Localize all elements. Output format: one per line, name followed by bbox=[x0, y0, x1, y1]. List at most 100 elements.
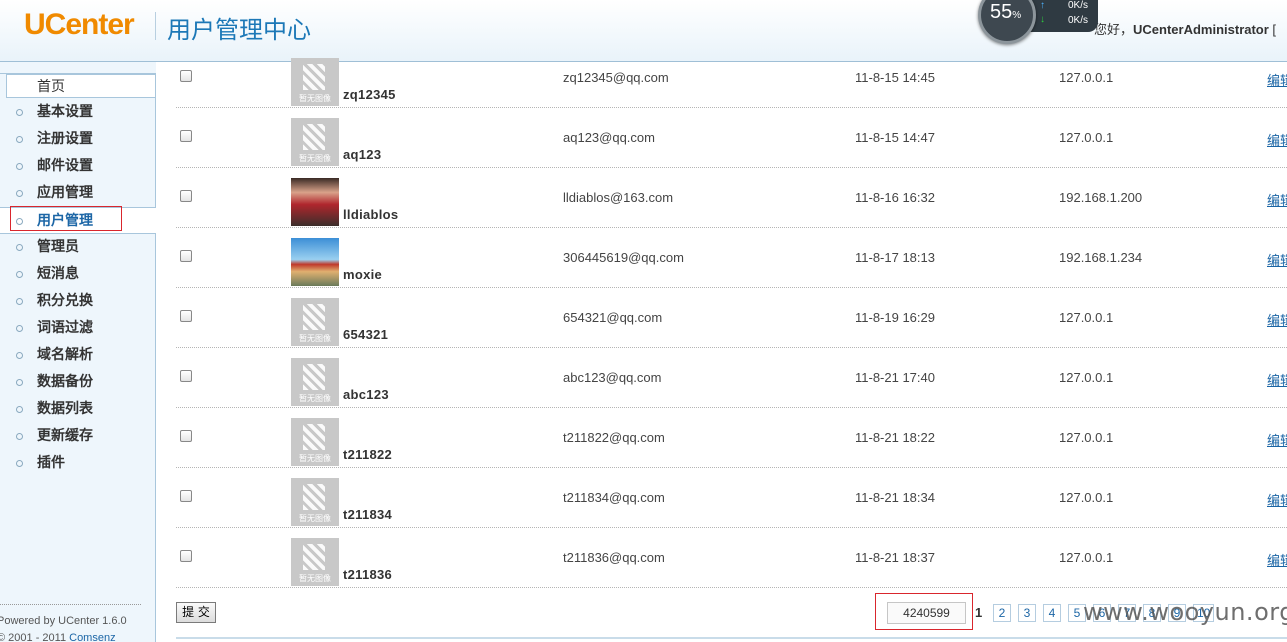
sidebar-item[interactable]: 积分兑换 bbox=[0, 288, 156, 315]
page-link[interactable]: 4 bbox=[1043, 604, 1061, 622]
row-checkbox[interactable] bbox=[180, 370, 192, 382]
avatar bbox=[291, 178, 339, 226]
username: abc123 bbox=[343, 387, 389, 402]
edit-link[interactable]: 编辑 bbox=[1267, 370, 1287, 389]
sidebar-item-label: 应用管理 bbox=[37, 185, 93, 201]
user-table: 暂无图像 zq12345 zq12345@qq.com 11-8-15 14:45 12… bbox=[176, 48, 1287, 588]
avatar-placeholder-caption: 暂无图像 bbox=[299, 514, 331, 523]
username: t211822 bbox=[343, 447, 393, 462]
sidebar-item[interactable]: 插件 bbox=[0, 450, 156, 477]
greeting-prefix: 您好， bbox=[1094, 22, 1134, 37]
bullet-icon bbox=[16, 190, 23, 197]
avatar-placeholder-caption: 暂无图像 bbox=[299, 334, 331, 343]
sidebar-item[interactable]: 应用管理 bbox=[0, 180, 156, 207]
row-checkbox[interactable] bbox=[180, 310, 192, 322]
edit-link[interactable]: 编辑 bbox=[1267, 190, 1287, 209]
download-arrow-icon: ↓ bbox=[1040, 14, 1045, 25]
sidebar-item[interactable]: 注册设置 bbox=[0, 126, 156, 153]
sidebar-item[interactable]: 词语过滤 bbox=[0, 315, 156, 342]
edit-link[interactable]: 编辑 bbox=[1267, 250, 1287, 269]
row-checkbox[interactable] bbox=[180, 430, 192, 442]
sidebar-item[interactable]: 数据列表 bbox=[0, 396, 156, 423]
sidebar-item-label: 基本设置 bbox=[37, 104, 93, 120]
total-user-count: 4240599 bbox=[887, 602, 966, 624]
page-link[interactable]: 2 bbox=[993, 604, 1011, 622]
submit-button[interactable]: 提 交 bbox=[176, 602, 216, 623]
row-checkbox[interactable] bbox=[180, 250, 192, 262]
download-speed: 0K/s bbox=[1067, 15, 1088, 26]
sidebar: 首页基本设置注册设置 邮件设置应用管理用户管理管理员短消息积分兑换词语过滤 域名解析… bbox=[0, 62, 156, 642]
avatar: 暂无图像 bbox=[291, 358, 339, 406]
email: aq123@qq.com bbox=[563, 130, 655, 145]
bullet-icon bbox=[16, 271, 23, 278]
edit-link[interactable]: 编辑 bbox=[1267, 310, 1287, 329]
table-row: lldiablos lldiablos@163.com 11-8-16 16:32 1… bbox=[176, 168, 1287, 228]
upload-arrow-icon: ↑ bbox=[1040, 0, 1045, 11]
table-row: 暂无图像 aq123 aq123@qq.com 11-8-15 14:47 127.0.… bbox=[176, 108, 1287, 168]
sidebar-footer-divider bbox=[0, 604, 141, 605]
avatar: 暂无图像 bbox=[291, 298, 339, 346]
username: zq12345 bbox=[343, 87, 396, 102]
sidebar-top-border bbox=[0, 62, 156, 74]
email: t211834@qq.com bbox=[563, 490, 665, 505]
register-ip: 192.168.1.234 bbox=[1059, 250, 1143, 265]
memory-usage-ring[interactable]: 55% bbox=[978, 0, 1036, 44]
sidebar-item[interactable]: 用户管理 bbox=[0, 206, 156, 234]
email: 306445619@qq.com bbox=[563, 250, 684, 265]
avatar-placeholder-caption: 暂无图像 bbox=[299, 154, 331, 163]
content-bottom-border bbox=[176, 637, 1287, 639]
edit-link[interactable]: 编辑 bbox=[1267, 430, 1287, 449]
table-row: 暂无图像 t211822 t211822@qq.com 11-8-21 18:22 12… bbox=[176, 408, 1287, 468]
bullet-icon bbox=[16, 298, 23, 305]
edit-link[interactable]: 编辑 bbox=[1267, 130, 1287, 149]
avatar: 暂无图像 bbox=[291, 118, 339, 166]
edit-link[interactable]: 编辑 bbox=[1267, 490, 1287, 509]
sidebar-item-label: 积分兑换 bbox=[37, 293, 93, 309]
edit-link[interactable]: 编辑 bbox=[1267, 70, 1287, 89]
page-link[interactable]: 3 bbox=[1018, 604, 1036, 622]
email: zq12345@qq.com bbox=[563, 70, 669, 85]
table-row: 暂无图像 t211836 t211836@qq.com 11-8-21 18:37 12… bbox=[176, 528, 1287, 588]
avatar-placeholder-caption: 暂无图像 bbox=[299, 574, 331, 583]
copyright-text: © 2001 - 2011 Comsenz bbox=[0, 632, 116, 642]
bullet-icon bbox=[16, 352, 23, 359]
sidebar-item-label: 首页 bbox=[37, 79, 65, 95]
register-date: 11-8-21 17:40 bbox=[855, 370, 935, 385]
app-title: 用户管理中心 bbox=[167, 16, 311, 44]
edit-link[interactable]: 编辑 bbox=[1267, 550, 1287, 569]
sidebar-item[interactable]: 更新缓存 bbox=[0, 423, 156, 450]
network-speed-widget[interactable]: ↑ 0K/s ↓ 0K/s 55% bbox=[976, 0, 1098, 44]
sidebar-item[interactable]: 域名解析 bbox=[0, 342, 156, 369]
row-checkbox[interactable] bbox=[180, 490, 192, 502]
admin-name: UCenterAdministrator bbox=[1133, 22, 1269, 37]
sidebar-item[interactable]: 管理员 bbox=[0, 234, 156, 261]
user-greeting: 您好，UCenterAdministrator [ bbox=[1094, 19, 1276, 38]
total-count-highlight: 4240599 bbox=[875, 593, 973, 630]
sidebar-item[interactable]: 邮件设置 bbox=[0, 153, 156, 180]
sidebar-item[interactable]: 首页 bbox=[6, 74, 156, 98]
sidebar-item[interactable]: 短消息 bbox=[0, 261, 156, 288]
upload-speed: 0K/s bbox=[1067, 0, 1088, 11]
register-date: 11-8-21 18:34 bbox=[855, 490, 935, 505]
sidebar-item-label: 插件 bbox=[37, 455, 65, 471]
row-checkbox[interactable] bbox=[180, 130, 192, 142]
bullet-icon bbox=[16, 163, 23, 170]
avatar bbox=[291, 238, 339, 286]
sidebar-item-label: 管理员 bbox=[37, 239, 79, 255]
avatar-placeholder-caption: 暂无图像 bbox=[299, 454, 331, 463]
comsenz-link[interactable]: Comsenz bbox=[69, 632, 115, 642]
row-checkbox[interactable] bbox=[180, 550, 192, 562]
sidebar-item[interactable]: 基本设置 bbox=[0, 99, 156, 126]
email: t211836@qq.com bbox=[563, 550, 665, 565]
username: aq123 bbox=[343, 147, 382, 162]
row-checkbox[interactable] bbox=[180, 190, 192, 202]
table-row: moxie 306445619@qq.com 11-8-17 18:13 192.16… bbox=[176, 228, 1287, 288]
row-checkbox[interactable] bbox=[180, 70, 192, 82]
register-ip: 127.0.0.1 bbox=[1059, 550, 1114, 565]
bullet-icon bbox=[16, 325, 23, 332]
sidebar-item-label: 更新缓存 bbox=[37, 428, 93, 444]
register-date: 11-8-21 18:22 bbox=[855, 430, 935, 445]
sidebar-item[interactable]: 数据备份 bbox=[0, 369, 156, 396]
ucenter-logo[interactable]: UCenter bbox=[24, 8, 135, 42]
register-date: 11-8-15 14:45 bbox=[855, 70, 935, 85]
